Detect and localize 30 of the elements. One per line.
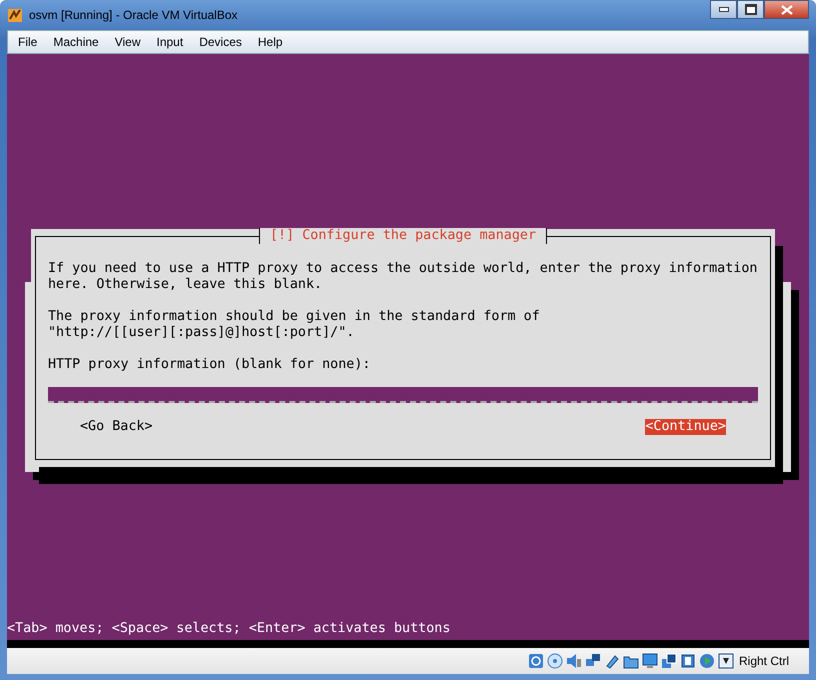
host-key-label: Right Ctrl [738, 654, 789, 668]
console-button[interactable]: <Continue> [645, 419, 726, 435]
menu-item[interactable]: Input [148, 35, 192, 49]
console-button[interactable]: <Go Back> [80, 419, 153, 435]
minimize-button[interactable] [710, 0, 737, 19]
app-icon [7, 7, 23, 23]
menu-item[interactable]: View [106, 35, 148, 49]
window-title: osvm [Running] - Oracle VM VirtualBox [29, 8, 238, 22]
input-field[interactable] [48, 387, 758, 403]
menu-item[interactable]: File [10, 35, 46, 49]
windows-icon[interactable] [660, 653, 677, 669]
monitor-icon[interactable] [642, 653, 658, 669]
console-hint: <Tab> moves; <Space> selects; <Enter> activates buttons [7, 621, 450, 637]
menu-item[interactable]: Machine [45, 35, 107, 49]
minimize-icon [718, 7, 728, 12]
disc-icon[interactable] [546, 653, 563, 669]
usb-stick-icon[interactable] [604, 653, 620, 669]
screens-icon[interactable] [584, 653, 601, 669]
menu-item[interactable]: Help [250, 35, 291, 49]
field-label: HTTP proxy information (blank for none): [48, 357, 372, 373]
paragraph: The proxy information should be given in the standard form of "http://[[user][:pass]@]host[:port]/". [48, 309, 541, 341]
dialog-title: [!] Configure the package manager [258, 228, 548, 244]
maximize-button[interactable] [737, 0, 764, 19]
close-button[interactable] [764, 0, 809, 19]
maximize-icon [744, 4, 756, 15]
chip-icon[interactable] [680, 653, 696, 669]
menu-item[interactable]: Devices [191, 35, 250, 49]
speaker-icon[interactable] [566, 653, 582, 669]
close-icon [780, 4, 792, 14]
paragraph: If you need to use a HTTP proxy to access the outside world, enter the proxy information here. Otherwise, leave this blank. [48, 261, 758, 293]
